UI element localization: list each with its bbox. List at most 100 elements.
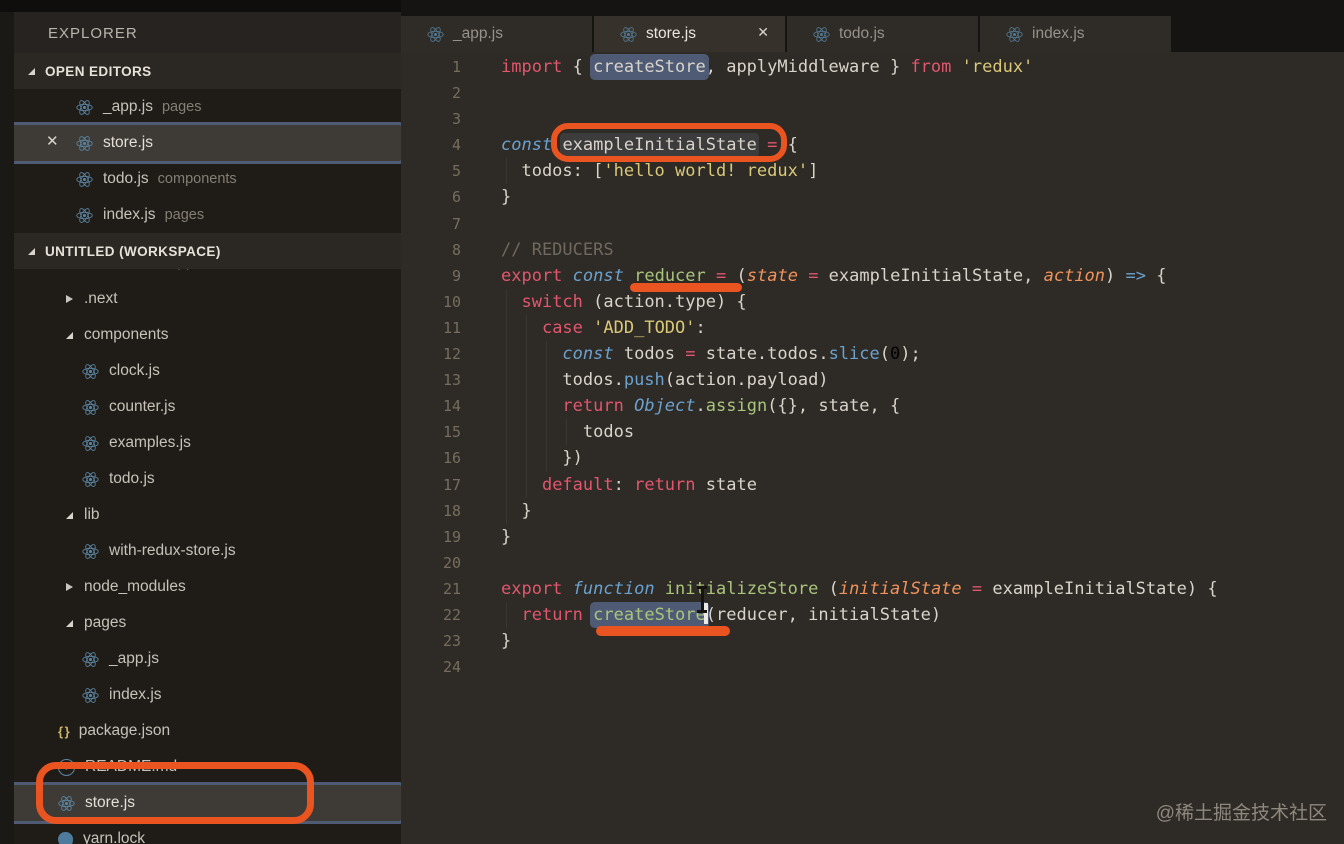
code-line-20: 20 (401, 550, 1344, 576)
folder-label: pages (84, 614, 127, 631)
open-editor-store-js[interactable]: ✕ store.js (0, 125, 401, 161)
close-icon[interactable]: ✕ (46, 132, 59, 150)
explorer-title: EXPLORER (0, 12, 401, 53)
tree-item--app-js[interactable]: _app.js (0, 641, 401, 677)
tab-store-js[interactable]: store.js ✕ (594, 16, 785, 52)
line-number: 21 (442, 579, 461, 598)
code-line-23: 23} (401, 628, 1344, 654)
chevron-collapsed-icon (66, 583, 73, 591)
folder-badge: components (157, 171, 237, 187)
file-label: index.js (103, 206, 156, 223)
chevron-expanded-icon (28, 67, 35, 75)
tree-item-pages[interactable]: pages (0, 605, 401, 641)
tree-item-store-js[interactable]: store.js (0, 785, 401, 821)
open-editor-index-js[interactable]: index.js pages (0, 197, 401, 233)
line-number: 22 (442, 605, 461, 624)
react-icon (620, 26, 637, 42)
react-icon (813, 26, 830, 42)
line-number: 11 (442, 318, 461, 337)
line-number: 15 (442, 423, 461, 442)
file-label: index.js (109, 686, 162, 703)
tree-item-package-json[interactable]: { } package.json (0, 713, 401, 749)
line-number: 5 (451, 162, 461, 181)
file-label: store.js (103, 134, 153, 151)
tree-item-yarn-lock[interactable]: yarn.lock (0, 821, 401, 844)
line-number: 24 (442, 658, 461, 677)
line-number: 13 (442, 371, 461, 390)
tab-index-js[interactable]: index.js (980, 16, 1171, 52)
file-label: todo.js (109, 470, 155, 487)
code-line-24: 24 (401, 654, 1344, 680)
file-label: package.json (78, 722, 171, 739)
react-icon (76, 207, 93, 224)
tree-item--next[interactable]: .next (0, 281, 401, 317)
line-number: 19 (442, 527, 461, 546)
json-braces-icon: { } (58, 723, 70, 739)
react-icon (58, 795, 75, 811)
tree-item-counter-js[interactable]: counter.js (0, 389, 401, 425)
react-icon (813, 26, 830, 43)
file-label: yarn.lock (83, 830, 146, 844)
line-number: 23 (442, 632, 461, 651)
tree-item-examples-js[interactable]: examples.js (0, 425, 401, 461)
react-icon (76, 135, 93, 152)
open-editors-label: OPEN EDITORS (45, 63, 152, 79)
open-editors-header[interactable]: OPEN EDITORS (0, 53, 401, 89)
close-icon[interactable]: ✕ (757, 24, 769, 41)
tab-todo-js[interactable]: todo.js (787, 16, 978, 52)
folder-label: components (84, 326, 169, 343)
code-line-4: 4 const exampleInitialState = { (401, 132, 1344, 158)
sidebar-top-strip (0, 0, 401, 12)
react-icon (82, 687, 99, 703)
line-number: 2 (451, 84, 461, 103)
code-line-6: 6} (401, 184, 1344, 210)
line-number: 14 (442, 397, 461, 416)
tree-item-readme-md[interactable]: i README.md (0, 749, 401, 785)
code-line-8: 8// REDUCERS (401, 237, 1344, 263)
tree-item-components[interactable]: components (0, 317, 401, 353)
tree-item-lib[interactable]: lib (0, 497, 401, 533)
watermark: @稀土掘金技术社区 (1155, 803, 1327, 824)
react-icon (76, 99, 93, 115)
file-label: README.md (85, 758, 178, 775)
open-editor--app-js[interactable]: _app.js pages (0, 89, 401, 125)
react-icon (1006, 26, 1023, 42)
file-label: todo.js (103, 170, 149, 187)
line-number: 20 (442, 553, 461, 572)
chevron-expanded-icon (66, 331, 73, 339)
tabs: _app.js store.js ✕ todo.js index.js (401, 16, 1173, 52)
react-icon (620, 26, 637, 43)
line-number: 12 (442, 345, 461, 364)
chevron-expanded-icon (66, 619, 73, 627)
tab--app-js[interactable]: _app.js (401, 16, 592, 52)
react-icon (82, 435, 99, 452)
folder-label: node_modules (84, 578, 186, 595)
tab-label: todo.js (839, 25, 885, 42)
tree-item-clock-js[interactable]: clock.js (0, 353, 401, 389)
file-label: counter.js (109, 398, 176, 415)
file-label: store.js (85, 794, 135, 811)
file-label: examples.js (109, 434, 191, 451)
code-line-5: 5 todos: ['hello world! redux'] (401, 158, 1344, 185)
open-editor-todo-js[interactable]: todo.js components (0, 161, 401, 197)
code-line-7: 7 (401, 211, 1344, 237)
code-editor[interactable]: 1 import { createStore, applyMiddleware }… (401, 52, 1344, 844)
folder-label: .next (84, 290, 118, 307)
line-number: 9 (451, 266, 461, 285)
line-number: 6 (451, 188, 461, 207)
code-line-22: 22 return createStore(reducer, initialSt… (401, 601, 1344, 629)
line-number: 3 (451, 110, 461, 129)
react-icon (427, 26, 444, 43)
code-line-18: 18 } (401, 497, 1344, 524)
code-line-12: 12 const todos = state.todos.slice(0); (401, 341, 1344, 368)
info-icon: i (58, 758, 75, 776)
tab-label: store.js (646, 25, 696, 42)
tree-item-with-redux-store-js[interactable]: with-redux-store.js (0, 533, 401, 569)
tree-item-todo-js[interactable]: todo.js (0, 461, 401, 497)
code-line-2: 2 (401, 80, 1344, 106)
react-icon (82, 435, 99, 451)
tree-item-index-js[interactable]: index.js (0, 677, 401, 713)
workspace-header[interactable]: UNTITLED (WORKSPACE) (0, 233, 401, 269)
tree-item-node-modules[interactable]: node_modules (0, 569, 401, 605)
react-icon (58, 795, 75, 812)
